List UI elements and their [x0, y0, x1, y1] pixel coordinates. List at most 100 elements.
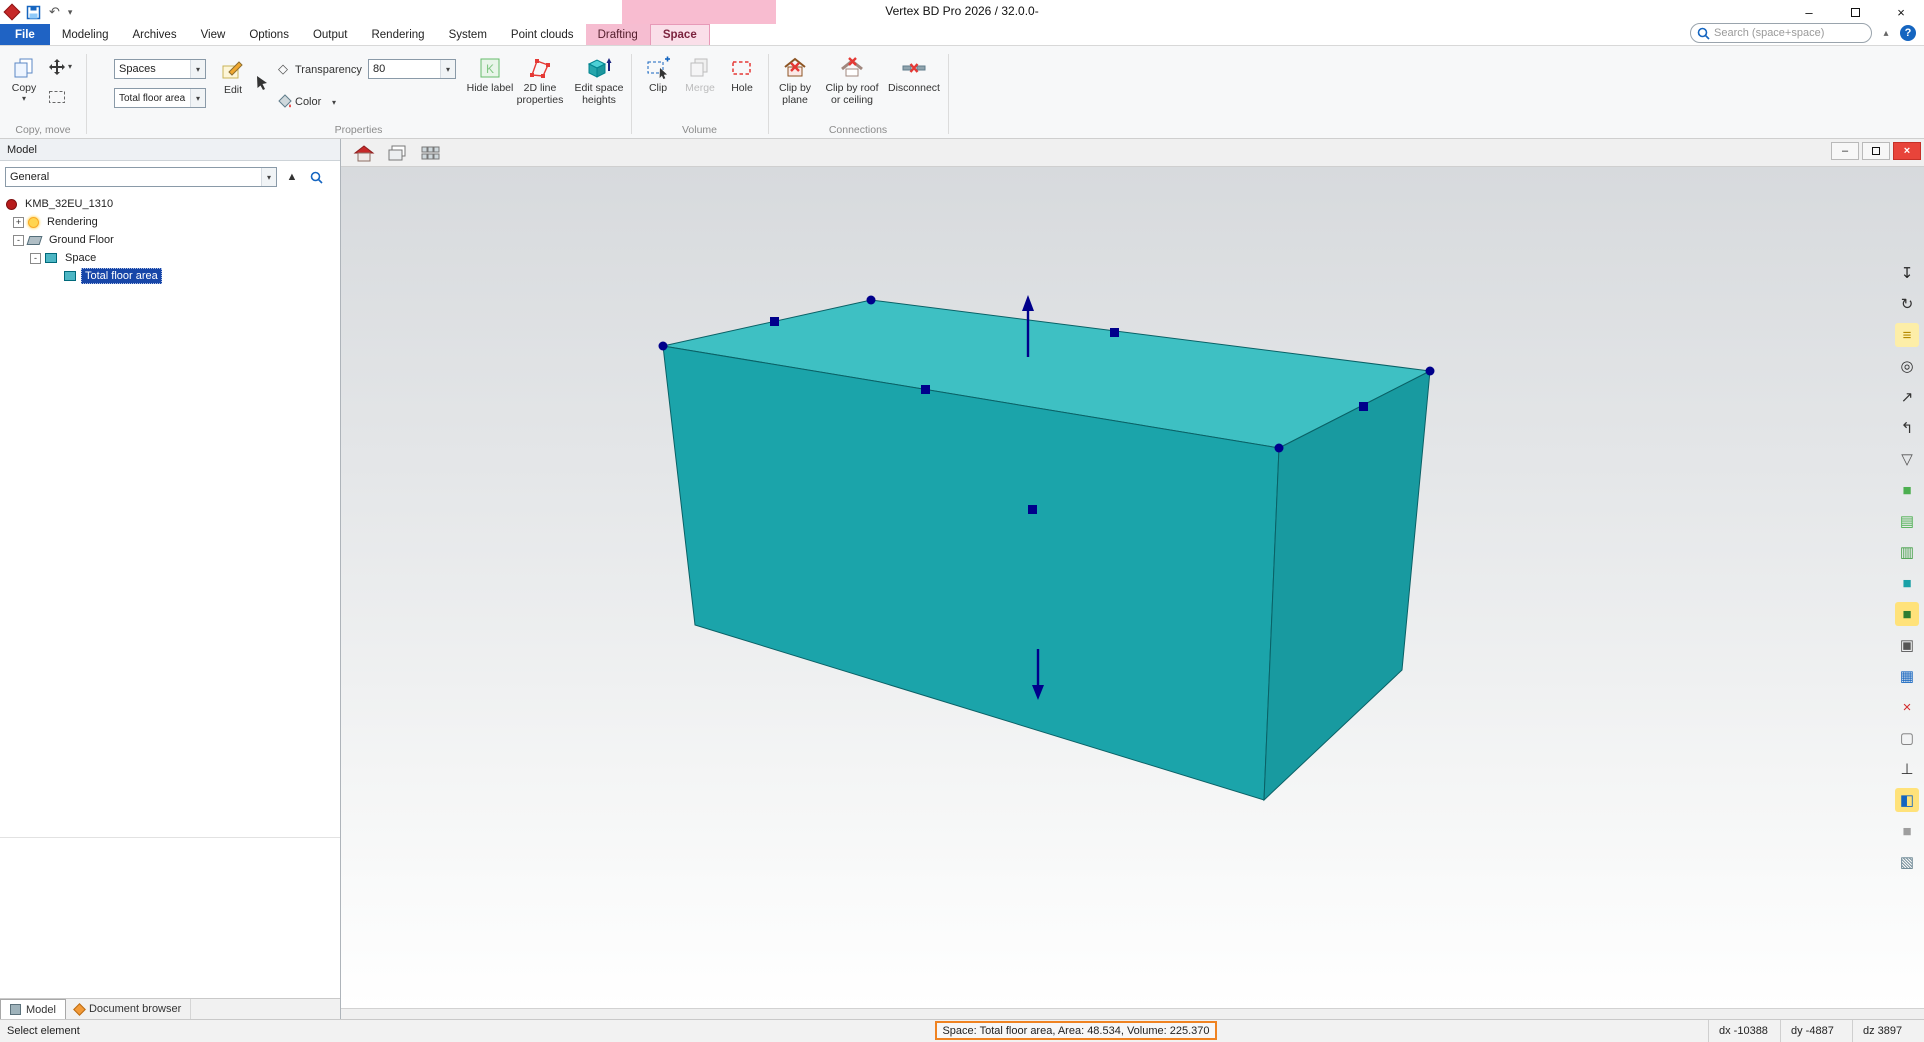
window-close-button[interactable]: × [1878, 0, 1924, 24]
selection-info: Space: Total floor area, Area: 48.534, V… [935, 1021, 1217, 1040]
2d-line-properties-label: 2D line properties [514, 82, 566, 106]
shaded-view-icon[interactable]: ■ [1895, 478, 1919, 502]
ribbon-collapse-button[interactable]: ▴ [1878, 25, 1894, 41]
tab-space[interactable]: Space [650, 24, 710, 45]
tab-drafting[interactable]: Drafting [586, 24, 650, 45]
viewport-close-button[interactable]: × [1893, 142, 1921, 160]
pin-icon[interactable]: ↧ [1895, 261, 1919, 285]
space-category-select[interactable]: Spaces ▾ [114, 59, 206, 79]
clip-by-roof-label: Clip by roof or ceiling [820, 82, 884, 106]
tab-archives[interactable]: Archives [120, 24, 188, 45]
panel-tab-model[interactable]: Model [0, 999, 66, 1019]
collapse-all-button[interactable]: ▲ [283, 168, 301, 186]
hide-label-button[interactable]: K Hide label [465, 54, 515, 94]
tab-file[interactable]: File [0, 24, 50, 45]
section-box-icon[interactable]: ▧ [1895, 850, 1919, 874]
help-button[interactable]: ? [1900, 25, 1916, 41]
zoom-icon[interactable]: ◎ [1895, 354, 1919, 378]
copy-view-icon[interactable]: ▣ [1895, 633, 1919, 657]
tree-filter-row: General ▾ ▲ [0, 161, 340, 193]
tree-filter-value: General [6, 171, 261, 183]
clip-icon [645, 54, 671, 82]
app-logo-icon [4, 4, 21, 21]
search-box[interactable] [1690, 23, 1872, 43]
axis-icon[interactable]: ⊥ [1895, 757, 1919, 781]
expander-icon[interactable]: + [13, 217, 24, 228]
hole-button[interactable]: Hole [721, 54, 763, 94]
clip-button[interactable]: Clip [637, 54, 679, 94]
ghost-box-icon[interactable]: ■ [1895, 819, 1919, 843]
previous-view-icon[interactable]: ↰ [1895, 416, 1919, 440]
tab-options[interactable]: Options [237, 24, 301, 45]
tile-windows-button[interactable] [417, 142, 443, 164]
space-type-select[interactable]: Total floor area ▾ [114, 88, 206, 108]
tree-filter-select[interactable]: General ▾ [5, 167, 277, 187]
wall-view-icon[interactable]: ▤ [1895, 509, 1919, 533]
copy-button[interactable]: Copy ▾ [4, 54, 44, 103]
expander-icon[interactable]: - [30, 253, 41, 264]
tree-search-button[interactable] [307, 168, 325, 186]
hidden-lines-icon[interactable]: ▢ [1895, 726, 1919, 750]
save-button[interactable] [26, 3, 41, 21]
tab-system[interactable]: System [437, 24, 499, 45]
tree-item-total-floor-area[interactable]: Total floor area [0, 267, 340, 285]
move-options-chevron-icon[interactable]: ▾ [68, 62, 72, 71]
window-minimize-button[interactable]: – [1786, 0, 1832, 24]
clip-by-roof-button[interactable]: Clip by roof or ceiling [820, 54, 884, 106]
tree-item-model-root[interactable]: KMB_32EU_1310 [0, 195, 340, 213]
group-separator [948, 54, 949, 134]
space-view-icon[interactable]: ■ [1895, 571, 1919, 595]
chevron-down-icon: ▾ [440, 60, 455, 78]
solid-box-icon[interactable]: ◧ [1895, 788, 1919, 812]
tab-modeling[interactable]: Modeling [50, 24, 121, 45]
selection-frame-button[interactable] [48, 90, 66, 104]
model-window-button[interactable] [351, 142, 377, 164]
chevron-down-icon: ▾ [190, 89, 205, 107]
export-space-icon[interactable]: ■ [1895, 602, 1919, 626]
view-levels-icon[interactable]: ≡ [1895, 323, 1919, 347]
group-label-volume: Volume [631, 124, 768, 136]
floor-view-icon[interactable]: ▥ [1895, 540, 1919, 564]
tab-output[interactable]: Output [301, 24, 360, 45]
tree-item-space[interactable]: - Space [0, 249, 340, 267]
window-maximize-button[interactable] [1832, 0, 1878, 24]
tree-item-rendering[interactable]: + Rendering [0, 213, 340, 231]
pan-arrow-icon[interactable]: ↗ [1895, 385, 1919, 409]
undo-button[interactable]: ↶ [49, 3, 60, 21]
viewport-restore-button[interactable] [1862, 142, 1890, 160]
color-options-chevron-icon[interactable]: ▾ [332, 98, 336, 107]
tab-rendering[interactable]: Rendering [359, 24, 436, 45]
pick-properties-button[interactable] [254, 74, 271, 91]
qat-customize-chevron-icon[interactable]: ▾ [68, 3, 73, 21]
viewport-view-toolbar [351, 142, 443, 164]
tree-item-ground-floor[interactable]: - Ground Floor [0, 231, 340, 249]
sun-icon [28, 217, 39, 228]
tab-view[interactable]: View [189, 24, 238, 45]
drawing-canvas[interactable]: ↧ ↻ ≡ ◎ ↗ ↰ ▽ ■ ▤ ▥ ■ ■ ▣ ▦ × ▢ ⊥ ◧ ■ ▧ [341, 167, 1924, 1008]
layers-icon[interactable]: ▦ [1895, 664, 1919, 688]
tab-point-clouds[interactable]: Point clouds [499, 24, 586, 45]
mdi-bottom-strip [341, 1008, 1924, 1019]
move-button[interactable] [48, 58, 66, 76]
filter-icon[interactable]: ▽ [1895, 447, 1919, 471]
viewport-minimize-button[interactable]: – [1831, 142, 1859, 160]
edit-space-heights-button[interactable]: Edit space heights [572, 54, 626, 106]
restore-icon [1851, 8, 1860, 17]
clip-by-plane-button[interactable]: Clip by plane [768, 54, 822, 106]
cascade-windows-button[interactable] [384, 142, 410, 164]
hide-label-text: Hide label [467, 82, 514, 94]
status-coordinates: dx -10388 dy -4887 dz 3897 [1708, 1020, 1924, 1042]
delete-icon[interactable]: × [1895, 695, 1919, 719]
transparency-select[interactable]: 80 ▾ [368, 59, 456, 79]
rotate-view-icon[interactable]: ↻ [1895, 292, 1919, 316]
expander-icon[interactable]: - [13, 235, 24, 246]
space-3d-object[interactable] [341, 167, 1924, 1008]
edit-button[interactable]: Edit [214, 56, 252, 96]
model-tree: KMB_32EU_1310 + Rendering - Ground Floor… [0, 193, 340, 838]
2d-line-properties-button[interactable]: 2D line properties [514, 54, 566, 106]
search-input[interactable] [1714, 27, 1865, 39]
panel-tab-document-browser[interactable]: Document browser [66, 999, 191, 1019]
model-root-icon [6, 199, 17, 210]
disconnect-button[interactable]: Disconnect [886, 54, 942, 94]
ribbon-tab-bar: File Modeling Archives View Options Outp… [0, 24, 1924, 46]
